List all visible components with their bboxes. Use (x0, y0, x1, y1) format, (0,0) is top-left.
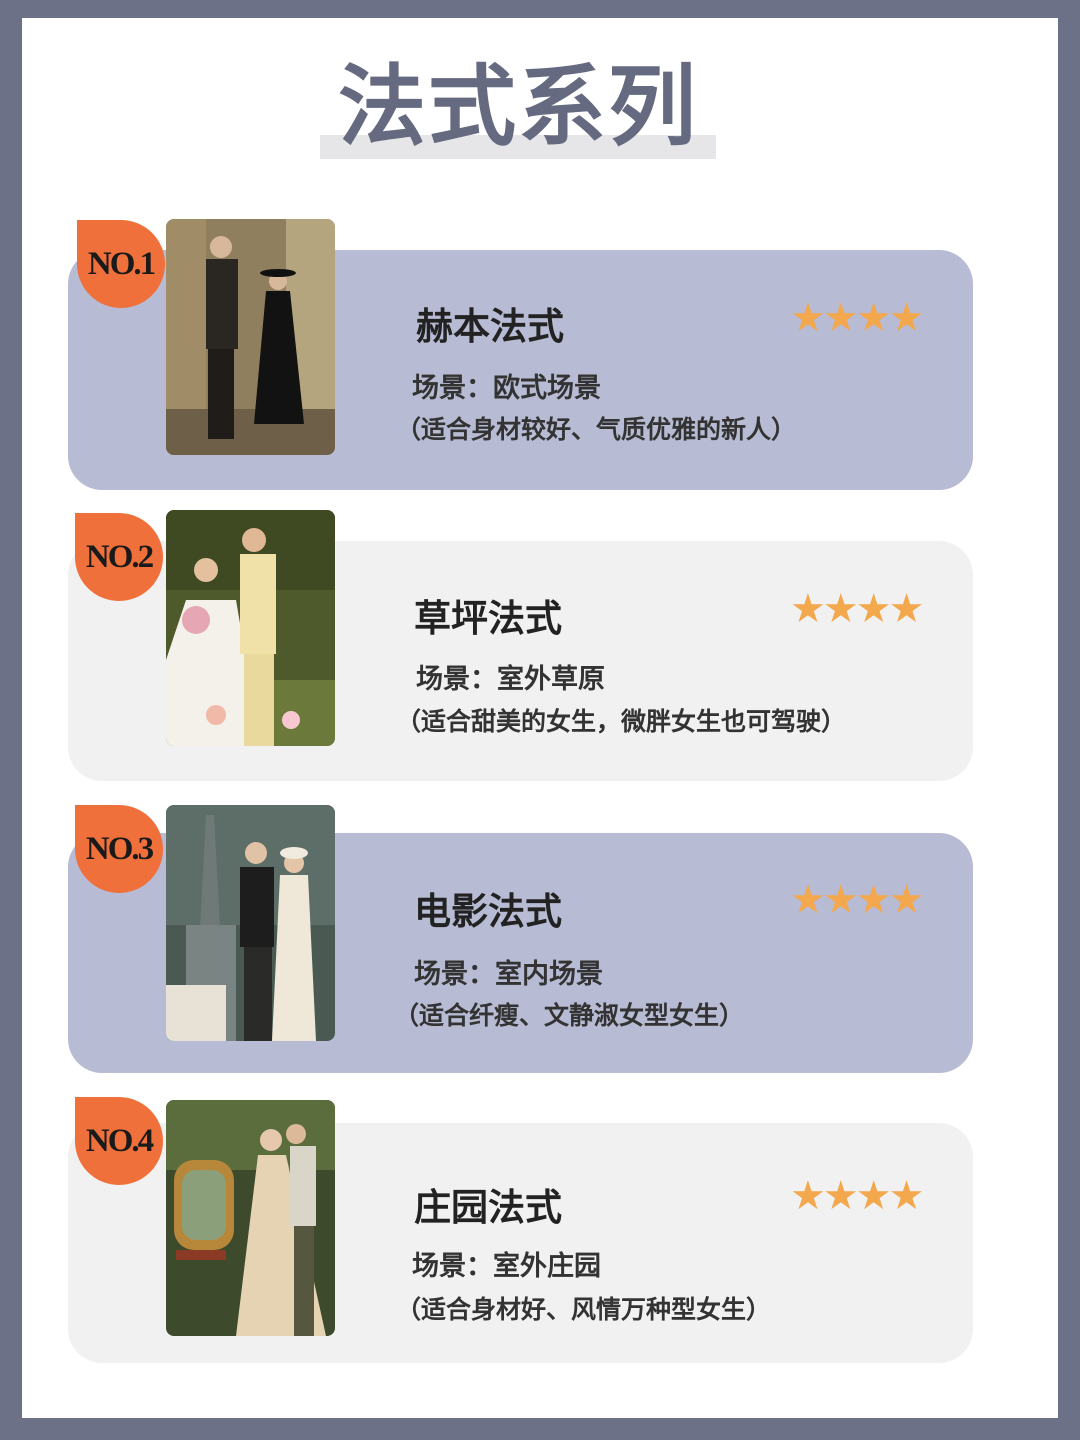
suitability-text-1: （适合身材较好、气质优雅的新人） (396, 415, 797, 444)
scene-text-4: 场景：室外庄园 (412, 1251, 601, 1282)
couple-cathedral-photo (166, 805, 335, 1041)
scene-text-2: 场景：室外草原 (416, 664, 605, 695)
suitability-text-3: （适合纤瘦、文静淑女型女生） (394, 1001, 745, 1030)
suitability-text-4: （适合身材好、风情万种型女生） (396, 1295, 772, 1324)
rating-stars-4: ★★★★ (790, 1173, 924, 1219)
series-name-3: 电影法式 (414, 890, 562, 933)
series-name-2: 草坪法式 (414, 597, 562, 640)
title-text: 法式系列 (337, 55, 698, 158)
rank-badge-1: NO.1 (77, 220, 165, 308)
rating-stars-3: ★★★★ (790, 877, 924, 923)
couple-garden-photo (166, 1100, 335, 1336)
couple-violin-photo (166, 510, 335, 746)
series-name-4: 庄园法式 (414, 1186, 562, 1229)
rating-stars-1: ★★★★ (790, 295, 924, 341)
series-name-1: 赫本法式 (416, 305, 564, 348)
rank-badge-2: NO.2 (75, 513, 163, 601)
suitability-text-2: （适合甜美的女生，微胖女生也可驾驶） (396, 707, 847, 736)
page-title: 法式系列 (320, 55, 716, 159)
scene-text-1: 场景：欧式场景 (412, 373, 601, 404)
rating-stars-2: ★★★★ (790, 586, 924, 632)
couple-portrait-photo (166, 219, 335, 455)
scene-text-3: 场景：室内场景 (414, 959, 603, 990)
rank-badge-4: NO.4 (75, 1097, 163, 1185)
rank-badge-3: NO.3 (75, 805, 163, 893)
